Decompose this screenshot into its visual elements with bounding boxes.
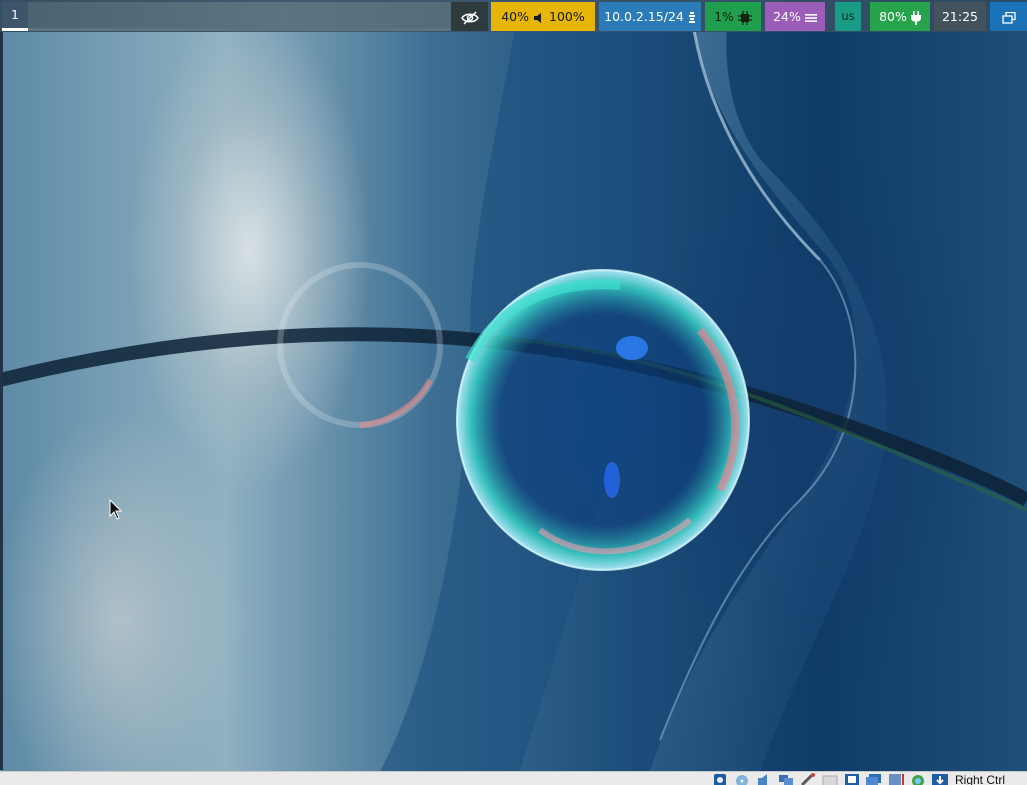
hard-disk-icon[interactable] [711,773,729,785]
power-plug-icon [910,10,921,25]
brightness-value: 40% [501,9,530,24]
usb-icon[interactable] [799,773,817,785]
windows-icon [1001,11,1016,24]
title-underline [28,28,452,31]
mouse-integration-icon[interactable] [909,773,927,785]
cpu-module[interactable]: 1% [705,2,761,31]
network-module[interactable]: 10.0.2.15/24 [599,2,701,31]
battery-module[interactable]: 80% [870,2,930,31]
speaker-icon [534,12,542,23]
left-edge [0,30,3,770]
volume-value: 100% [549,9,585,24]
volume-module[interactable]: 40% 100% [491,2,595,31]
memory-icon [804,13,817,22]
shared-folders-icon[interactable] [821,773,839,785]
optical-drive-icon[interactable] [733,773,751,785]
display-icon[interactable] [843,773,861,785]
mouse-cursor-icon [109,499,123,520]
cpu-icon[interactable] [887,773,905,785]
workspace-button[interactable]: 1 [2,2,28,31]
keyboard-layout[interactable]: us [835,2,861,31]
window-switcher[interactable] [990,2,1027,31]
battery-level: 80% [879,9,907,24]
vm-status-bar: Right Ctrl [0,771,1027,785]
idle-inhibitor[interactable] [451,2,488,31]
ip-address: 10.0.2.15/24 [604,9,684,24]
network-icon[interactable] [777,773,795,785]
keyboard-capture-icon[interactable] [931,773,949,785]
wallpaper-art [0,0,1027,771]
memory-usage: 24% [773,9,801,24]
memory-module[interactable]: 24% [765,2,825,31]
host-key-label: Right Ctrl [954,773,1005,785]
window-title-area[interactable] [28,2,452,28]
audio-icon[interactable] [755,773,773,785]
desktop-wallpaper [0,0,1027,771]
ethernet-icon [688,11,695,23]
eye-slash-icon [460,10,479,25]
cpu-usage: 1% [714,9,734,24]
top-panel: 1 40% 100% 10.0.2.15/24 1% 24% us 80% 21… [0,0,1027,32]
cpu-icon [737,10,752,25]
clock[interactable]: 21:25 [934,2,986,31]
video-capture-icon[interactable] [865,773,883,785]
